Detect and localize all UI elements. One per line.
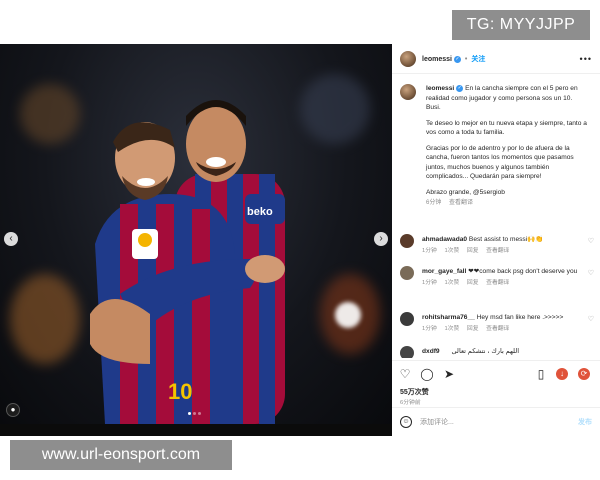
reply-button[interactable]: 回复 [467, 280, 479, 286]
verified-icon: ✓ [453, 55, 461, 63]
commenter-username[interactable]: ahmadawada0 [422, 236, 467, 243]
comment-input[interactable] [420, 416, 560, 428]
extension-icon[interactable]: ⟳ [578, 368, 590, 380]
author-avatar[interactable] [400, 51, 416, 67]
next-arrow-icon[interactable]: › [374, 232, 388, 246]
more-options-icon[interactable]: ••• [580, 54, 592, 64]
commenter-avatar[interactable] [400, 312, 414, 326]
heart-icon[interactable]: ♡ [588, 315, 594, 324]
comment-likes[interactable]: 1次赞 [444, 326, 459, 332]
svg-text:10: 10 [168, 379, 192, 404]
site-watermark: www.url-eonsport.com [10, 440, 232, 470]
reply-button[interactable]: 回复 [467, 326, 479, 332]
commenter-avatar[interactable] [400, 234, 414, 248]
likes-count[interactable]: 55万次赞 [400, 387, 429, 397]
post-photo: beko 10 ‹ › [0, 44, 392, 424]
caption-paragraph: Abrazo grande, @5sergiob [426, 188, 505, 196]
comment-time: 1分钟 [422, 326, 437, 332]
carousel-dots [188, 412, 201, 415]
comment-time: 1分钟 [422, 280, 437, 286]
caption-username[interactable]: leomessi [426, 85, 454, 92]
action-bar: ♡ ◯ ➤ ▯ ↓ ⟳ 55万次赞 6分钟前 ☺ 发布 [392, 360, 600, 436]
comment-likes[interactable]: 1次赞 [444, 280, 459, 286]
verified-icon: ✓ [456, 84, 464, 92]
players-illustration: beko 10 [90, 100, 285, 424]
see-translation-link[interactable]: 查看翻译 [486, 248, 509, 254]
commenter-avatar[interactable] [400, 346, 414, 358]
download-icon[interactable]: ↓ [556, 368, 568, 380]
caption-meta: 6分钟 查看翻译 [426, 199, 588, 209]
post-caption: leomessi ✓ En la cancha siempre con el 5 … [426, 84, 588, 209]
comment-text: ❤❤come back psg don't deserve you [468, 268, 578, 275]
emoji-icon[interactable]: ☺ [400, 416, 412, 428]
comment-text: اللهم بارك ، نتشكم تعالى [451, 348, 520, 355]
heart-icon[interactable]: ♡ [398, 367, 412, 381]
posted-time: 6分钟前 [400, 400, 421, 406]
follow-button[interactable]: 关注 [471, 56, 485, 63]
post-header: leomessi ✓ • 关注 ••• [392, 44, 600, 74]
comment-item: dxdf9 اللهم بارك ، نتشكم تعالى [400, 346, 596, 358]
commenter-username[interactable]: mor_gaye_fall [422, 268, 466, 275]
author-username[interactable]: leomessi [422, 56, 452, 63]
user-tag-icon[interactable]: ● [6, 403, 20, 417]
post-details-panel: leomessi ✓ • 关注 ••• leomessi ✓ En la canch… [392, 44, 600, 436]
comment-text: Best assist to messi🙌👏 [468, 236, 544, 243]
comment-likes[interactable]: 1次赞 [444, 248, 459, 254]
comment-text: Hey msd fan like here .>>>>> [476, 314, 564, 321]
see-translation-link[interactable]: 查看翻译 [449, 200, 473, 206]
caption-avatar[interactable] [400, 84, 416, 100]
commenter-avatar[interactable] [400, 266, 414, 280]
post-comment-button[interactable]: 发布 [578, 417, 592, 427]
see-translation-link[interactable]: 查看翻译 [486, 326, 509, 332]
reply-button[interactable]: 回复 [467, 248, 479, 254]
heart-icon[interactable]: ♡ [588, 269, 594, 278]
caption-paragraph: Te deseo lo mejor en tu nueva etapa y si… [426, 119, 587, 137]
heart-icon[interactable]: ♡ [588, 237, 594, 246]
svg-text:beko: beko [247, 206, 273, 218]
previous-arrow-icon[interactable]: ‹ [4, 232, 18, 246]
commenter-username[interactable]: rohitsharma76__ [422, 314, 475, 321]
caption-paragraph: Gracias por lo de adentro y por lo de af… [426, 144, 574, 181]
see-translation-link[interactable]: 查看翻译 [486, 280, 509, 286]
caption-time: 6分钟 [426, 200, 442, 206]
comment-time: 1分钟 [422, 248, 437, 254]
share-icon[interactable]: ➤ [442, 367, 456, 381]
commenter-username[interactable]: dxdf9 [422, 348, 440, 355]
telegram-watermark: TG: MYYJJPP [452, 10, 590, 40]
add-comment-bar: ☺ 发布 [392, 407, 600, 437]
comment-icon[interactable]: ◯ [420, 367, 434, 381]
bookmark-icon[interactable]: ▯ [534, 367, 548, 381]
